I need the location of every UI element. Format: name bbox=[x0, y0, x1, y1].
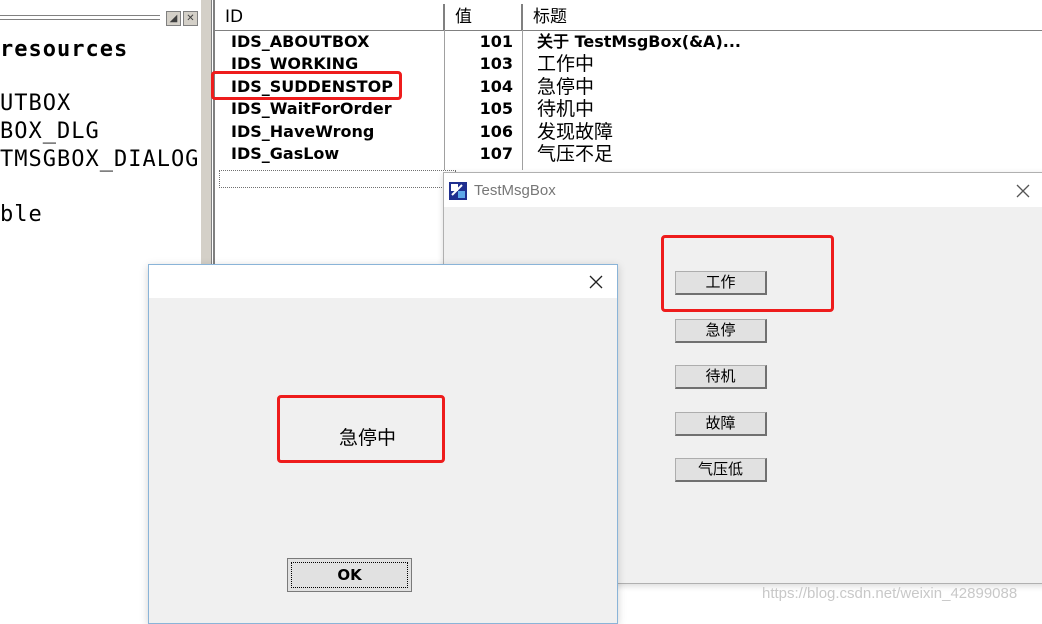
cell-caption: 发现故障 bbox=[537, 121, 614, 143]
cell-id: IDS_HaveWrong bbox=[231, 122, 375, 141]
pane-close-button[interactable]: ✕ bbox=[183, 11, 198, 26]
tree-item-testmsgbox-dialog[interactable]: TMSGBOX_DIALOG bbox=[0, 147, 199, 172]
highlight-box bbox=[661, 235, 834, 312]
cell-caption: 关于 TestMsgBox(&A)... bbox=[537, 32, 741, 51]
tree-item-aboutbox[interactable]: UTBOX bbox=[0, 91, 71, 116]
pane-grip[interactable] bbox=[0, 19, 160, 23]
dialog-title: TestMsgBox bbox=[474, 182, 556, 199]
cell-value: 107 bbox=[479, 144, 513, 163]
fault-button[interactable]: 故障 bbox=[675, 412, 767, 436]
table-row[interactable]: IDS_HaveWrong 106 发现故障 bbox=[215, 121, 1042, 143]
ok-label: OK bbox=[291, 562, 408, 588]
cell-value: 106 bbox=[479, 122, 513, 141]
cell-caption: 急停中 bbox=[537, 76, 595, 98]
low-pressure-button[interactable]: 气压低 bbox=[675, 458, 767, 482]
highlight-box bbox=[211, 71, 402, 100]
tree-item-resources[interactable]: resources bbox=[0, 37, 128, 62]
close-icon[interactable] bbox=[1014, 182, 1032, 200]
message-box: 急停中 OK bbox=[148, 264, 618, 624]
column-header-id[interactable]: ID bbox=[215, 4, 445, 30]
cell-id: IDS_GasLow bbox=[231, 144, 340, 163]
mfc-app-icon bbox=[449, 182, 467, 200]
table-row[interactable]: IDS_WaitForOrder 105 待机中 bbox=[215, 98, 1042, 120]
highlight-box bbox=[277, 395, 445, 463]
tree-item-string-table[interactable]: ble bbox=[0, 202, 43, 227]
cell-caption: 工作中 bbox=[537, 53, 595, 75]
cell-value: 103 bbox=[479, 54, 513, 73]
standby-button[interactable]: 待机 bbox=[675, 365, 767, 389]
cell-id: IDS_WaitForOrder bbox=[231, 99, 392, 118]
cell-caption: 气压不足 bbox=[537, 143, 614, 165]
column-header-caption[interactable]: 标题 bbox=[523, 4, 1042, 30]
table-header: ID 值 标题 bbox=[215, 4, 1042, 31]
dialog-titlebar[interactable]: TestMsgBox bbox=[444, 173, 1042, 207]
cell-id: IDS_ABOUTBOX bbox=[231, 32, 370, 51]
table-row[interactable]: IDS_GasLow 107 气压不足 bbox=[215, 143, 1042, 165]
emergency-stop-button[interactable]: 急停 bbox=[675, 319, 767, 343]
resource-view-header: ◢ ✕ bbox=[0, 8, 200, 28]
tree-item-box-dlg[interactable]: BOX_DLG bbox=[0, 119, 100, 144]
close-icon[interactable] bbox=[587, 273, 605, 291]
column-header-value[interactable]: 值 bbox=[445, 4, 523, 30]
cell-value: 104 bbox=[479, 77, 513, 96]
table-row[interactable]: IDS_ABOUTBOX 101 关于 TestMsgBox(&A)... bbox=[215, 31, 1042, 53]
cell-value: 101 bbox=[479, 32, 513, 51]
message-box-titlebar[interactable] bbox=[149, 265, 617, 298]
new-string-row[interactable] bbox=[219, 170, 456, 188]
cell-caption: 待机中 bbox=[537, 98, 595, 120]
ok-button[interactable]: OK bbox=[287, 558, 412, 592]
cell-value: 105 bbox=[479, 99, 513, 118]
pin-button[interactable]: ◢ bbox=[166, 11, 181, 26]
watermark: https://blog.csdn.net/weixin_42899088 bbox=[762, 585, 1018, 602]
